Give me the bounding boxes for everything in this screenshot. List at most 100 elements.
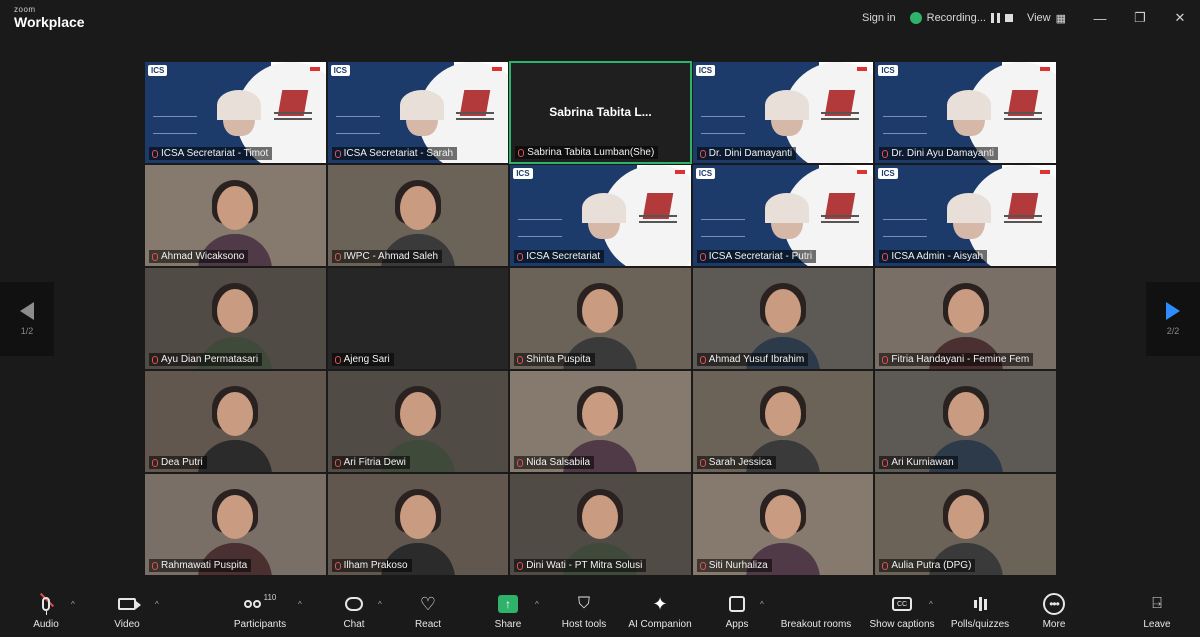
share-label: Share — [494, 619, 522, 630]
participant-tile[interactable]: Nida Salsabila — [509, 370, 692, 473]
mic-muted-icon — [334, 252, 341, 261]
participant-tile[interactable]: Ahmad Yusuf Ibrahim — [691, 267, 875, 370]
captions-icon: CC — [892, 597, 912, 611]
restore-button[interactable]: ❐ — [1120, 0, 1160, 36]
participant-tile[interactable]: ICS ICSA Secretariat - Sarah — [326, 61, 510, 164]
participant-tile[interactable]: Shinta Puspita — [509, 267, 692, 370]
participant-tile[interactable]: Dini Wati - PT Mitra Solusi — [509, 473, 692, 576]
participant-name: ICSA Admin - Aisyah — [891, 251, 984, 262]
participant-tile[interactable]: Ari Kurniawan — [874, 370, 1057, 473]
participant-tile[interactable]: Ari Fitria Dewi — [326, 370, 510, 473]
participant-tile[interactable]: Sarah Jessica — [691, 370, 875, 473]
polls-quizzes-label: Polls/quizzes — [950, 619, 1010, 630]
show-captions-button[interactable]: CC Show captions — [864, 586, 940, 637]
next-page-label: 2/2 — [1166, 326, 1180, 336]
participant-name: Ilham Prakoso — [343, 560, 408, 571]
participant-name-label: Ajeng Sari — [331, 353, 394, 366]
participant-name-label: IWPC - Ahmad Saleh — [331, 250, 443, 263]
mic-muted-icon — [699, 561, 706, 570]
share-button[interactable]: ↑ Share — [488, 586, 528, 637]
video-button[interactable]: Video — [106, 586, 148, 637]
participants-icon: 110 — [243, 593, 277, 615]
leave-label: Leave — [1143, 619, 1171, 630]
participant-tile[interactable]: Ilham Prakoso — [326, 473, 510, 576]
mic-muted-icon — [882, 355, 889, 364]
sign-in-link[interactable]: Sign in — [862, 12, 896, 24]
audio-options-caret-icon[interactable]: ^ — [71, 600, 75, 609]
participant-tile[interactable]: Ayu Dian Permatasari — [144, 267, 327, 370]
participants-options-caret-icon[interactable]: ^ — [298, 600, 302, 609]
share-options-caret-icon[interactable]: ^ — [535, 600, 539, 609]
participant-tile[interactable]: ICS ICSA Secretariat - Putri — [691, 164, 875, 267]
sparkle-icon: ✦ — [652, 594, 668, 614]
participant-tile[interactable]: IWPC - Ahmad Saleh — [326, 164, 510, 267]
participant-tile[interactable]: Aulia Putra (DPG) — [874, 473, 1057, 576]
participant-tile[interactable]: Rahmawati Puspita — [144, 473, 327, 576]
leave-button[interactable]: ⍈ Leave — [1138, 586, 1176, 637]
stop-recording-icon[interactable] — [1004, 14, 1013, 22]
pause-recording-icon[interactable] — [990, 13, 1000, 23]
participant-tile[interactable]: ICS Dr. Dini Ayu Damayanti — [874, 61, 1057, 164]
react-button[interactable]: ♡ React — [408, 586, 448, 637]
grid-view-icon: ▦ — [1055, 12, 1066, 25]
chat-button[interactable]: Chat — [336, 586, 372, 637]
participant-name-label: Aulia Putra (DPG) — [879, 559, 976, 572]
participant-tile[interactable]: Sabrina Tabita L... Sabrina Tabita Lumban… — [509, 61, 692, 164]
video-options-caret-icon[interactable]: ^ — [155, 600, 159, 609]
mic-muted-icon — [152, 149, 158, 158]
participant-tile[interactable]: Ahmad Wicaksono — [144, 164, 327, 267]
participant-tile[interactable]: ICS ICSA Admin - Aisyah — [874, 164, 1057, 267]
participant-tile[interactable]: Siti Nurhaliza — [691, 473, 875, 576]
participant-name: IWPC - Ahmad Saleh — [343, 251, 439, 262]
participant-name: Ari Kurniawan — [891, 457, 954, 468]
chat-options-caret-icon[interactable]: ^ — [378, 600, 382, 609]
participant-tile[interactable]: Ajeng Sari — [326, 267, 510, 370]
apps-options-caret-icon[interactable]: ^ — [760, 600, 764, 609]
participant-tile[interactable]: Fitria Handayani - Femine Fem — [874, 267, 1057, 370]
participant-name: Nida Salsabila — [526, 457, 591, 468]
participants-label: Participants — [233, 619, 287, 630]
breakout-rooms-button[interactable]: Breakout rooms — [776, 586, 856, 637]
participant-name-label: Dea Putri — [149, 456, 207, 469]
participant-tile[interactable]: ICS ICSA Secretariat - Timot — [144, 61, 327, 164]
participant-name: Sabrina Tabita Lumban(She) — [527, 147, 655, 158]
recording-indicator[interactable]: Recording... — [909, 12, 1013, 24]
participant-name-label: Siti Nurhaliza — [696, 559, 772, 572]
participant-tile[interactable]: ICS ICSA Secretariat — [509, 164, 692, 267]
participant-video — [198, 382, 273, 472]
participants-count: 110 — [263, 593, 277, 602]
participant-name-label: Sabrina Tabita Lumban(She) — [515, 146, 659, 159]
mic-muted-icon — [517, 355, 524, 364]
participant-name-label: Fitria Handayani - Femine Fem — [879, 353, 1034, 366]
close-button[interactable]: ✕ — [1160, 0, 1200, 36]
icsa-logo-badge: ICS — [695, 168, 716, 179]
apps-button[interactable]: Apps — [718, 586, 756, 637]
breakout-rooms-label: Breakout rooms — [780, 619, 852, 630]
participants-button[interactable]: 110 Participants — [228, 586, 292, 637]
participant-name: Aulia Putra (DPG) — [891, 560, 972, 571]
icsa-logo-badge: ICS — [878, 168, 898, 179]
recording-label: Recording... — [926, 12, 986, 24]
participant-name-label: Dr. Dini Damayanti — [696, 147, 797, 160]
next-page-button[interactable]: 2/2 — [1146, 282, 1200, 356]
video-label: Video — [114, 619, 140, 630]
polls-quizzes-button[interactable]: Polls/quizzes — [944, 586, 1016, 637]
mic-muted-icon — [699, 252, 706, 261]
more-button[interactable]: ••• More — [1036, 586, 1072, 637]
view-button[interactable]: View ▦ — [1027, 12, 1066, 25]
ai-companion-button[interactable]: ✦ AI Companion — [622, 586, 698, 637]
participant-tile[interactable]: Dea Putri — [144, 370, 327, 473]
captions-options-caret-icon[interactable]: ^ — [929, 600, 933, 609]
polls-icon — [973, 593, 987, 615]
participant-name-label: ICSA Secretariat - Putri — [696, 250, 817, 263]
icsa-logo-badge: ICS — [330, 65, 350, 76]
host-tools-button[interactable]: ⛉ Host tools — [558, 586, 610, 637]
participant-name-label: Nida Salsabila — [514, 456, 595, 469]
minimize-button[interactable]: — — [1080, 0, 1120, 36]
participant-tile[interactable]: ICS Dr. Dini Damayanti — [691, 61, 875, 164]
icsa-logo-badge: ICS — [878, 65, 898, 76]
participant-name-label: Ayu Dian Permatasari — [149, 353, 263, 366]
chat-bubble-icon — [345, 597, 363, 611]
previous-page-button[interactable]: 1/2 — [0, 282, 54, 356]
audio-button[interactable]: Audio — [26, 586, 66, 637]
